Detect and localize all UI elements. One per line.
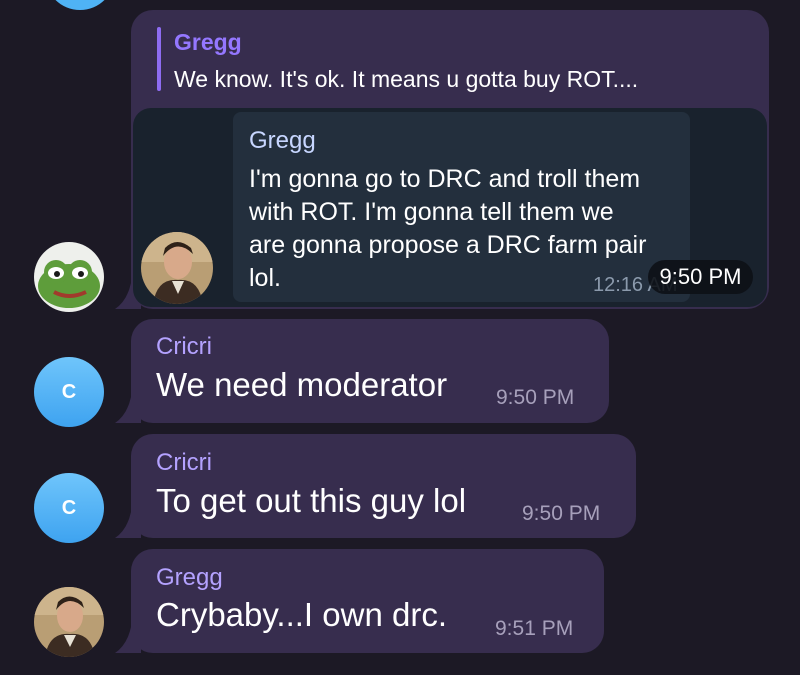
forwarded-text-line: with ROT. I'm gonna tell them we bbox=[249, 198, 614, 226]
message-timestamp: 9:50 PM bbox=[648, 260, 753, 294]
message-timestamp: 9:50 PM bbox=[522, 502, 601, 525]
message-text: To get out this guy lol bbox=[156, 482, 467, 519]
avatar-partial[interactable] bbox=[45, 0, 115, 10]
forwarded-message-preview[interactable]: Gregg I'm gonna go to DRC and troll them… bbox=[133, 108, 767, 307]
message-timestamp: 9:50 PM bbox=[496, 386, 575, 409]
reply-quote-text[interactable]: We know. It's ok. It means u gotta buy R… bbox=[174, 66, 638, 93]
message-sender-name[interactable]: Gregg bbox=[156, 564, 223, 592]
user-avatar[interactable]: C bbox=[34, 357, 104, 427]
bubble-tail bbox=[115, 627, 141, 653]
message-sender-name[interactable]: Cricri bbox=[156, 449, 212, 477]
forwarded-text-line: I'm gonna go to DRC and troll them bbox=[249, 165, 641, 193]
pepe-frog-avatar-icon[interactable] bbox=[34, 242, 104, 312]
bubble-tail bbox=[115, 397, 141, 423]
message-text: Crybaby...I own drc. bbox=[156, 596, 447, 633]
message-text: We need moderator bbox=[156, 366, 448, 403]
message-sender-name[interactable]: Cricri bbox=[156, 333, 212, 361]
forwarded-text-line: are gonna propose a DRC farm pair bbox=[249, 231, 647, 259]
user-avatar[interactable]: C bbox=[34, 473, 104, 543]
forwarded-message-card[interactable]: Gregg I'm gonna go to DRC and troll them… bbox=[233, 112, 690, 302]
reply-quote-bar bbox=[157, 27, 161, 91]
bubble-tail bbox=[115, 512, 141, 538]
forwarded-text-line: lol. bbox=[249, 264, 281, 292]
message-timestamp: 9:51 PM bbox=[495, 617, 574, 640]
reply-quote-sender[interactable]: Gregg bbox=[174, 29, 242, 56]
forwarded-sender-name: Gregg bbox=[249, 127, 316, 154]
portrait-avatar-icon[interactable] bbox=[34, 587, 104, 657]
forwarded-sender-avatar bbox=[141, 232, 213, 304]
